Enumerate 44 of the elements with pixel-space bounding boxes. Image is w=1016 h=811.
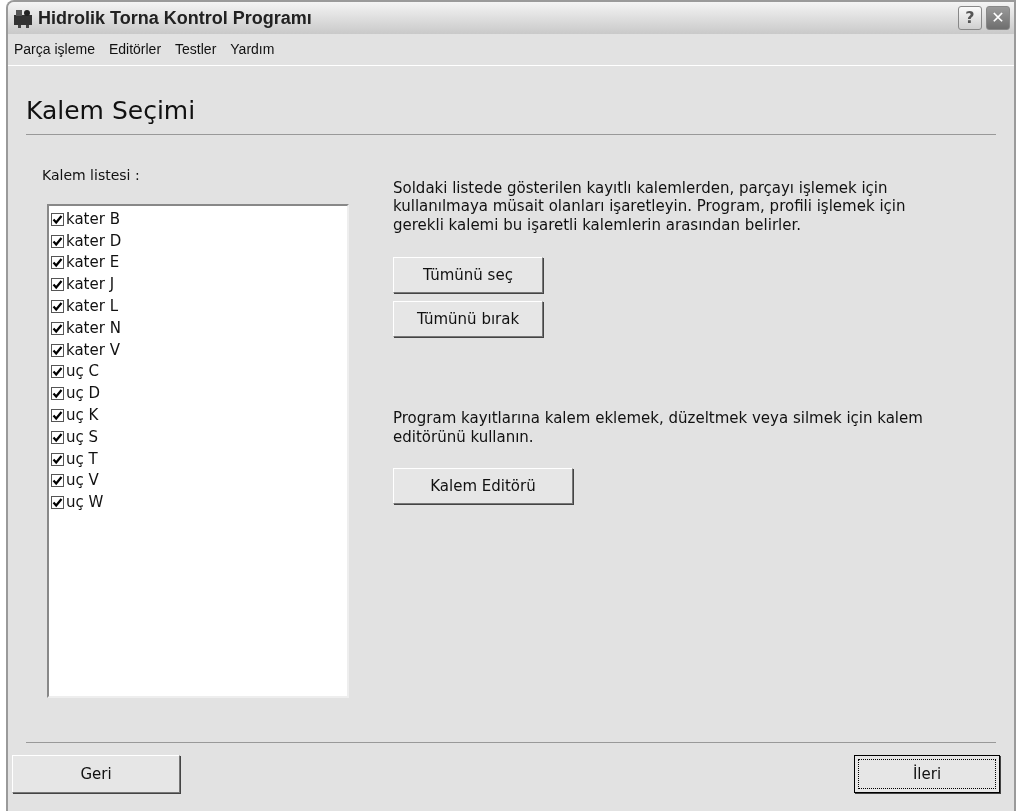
list-item-label: kater D xyxy=(66,233,122,249)
checkbox[interactable] xyxy=(51,256,64,270)
deselect-all-button[interactable]: Tümünü bırak xyxy=(393,300,543,337)
checkbox[interactable] xyxy=(51,343,64,357)
page-heading: Kalem Seçimi xyxy=(26,92,996,135)
help-button[interactable]: ? xyxy=(958,6,982,30)
checkbox[interactable] xyxy=(51,365,64,379)
checkbox[interactable] xyxy=(51,474,64,488)
select-all-button[interactable]: Tümünü seç xyxy=(393,256,543,293)
checkbox[interactable] xyxy=(51,212,64,226)
window-title: Hidrolik Torna Kontrol Programı xyxy=(38,6,312,30)
checkbox[interactable] xyxy=(51,278,64,292)
instruction-text: Soldaki listede gösterilen kayıtlı kalemlerden, parçayı işlemek için kullanılmaya müsait olanları işaretleyin. Program, profili işlemek için gerekli kalemi bu işaretli kalemlerin arasından belirler. xyxy=(393,178,907,235)
checkbox[interactable] xyxy=(51,234,64,248)
instruction-text: Program kayıtlarına kalem eklemek, düzeltmek veya silmek için kalem editörünü kullanın. xyxy=(393,408,924,447)
checkbox[interactable] xyxy=(51,387,64,401)
list-item-label: kater N xyxy=(66,320,121,336)
list-item-label: uç K xyxy=(66,408,99,424)
next-button[interactable]: İleri xyxy=(854,755,1000,793)
editor-button[interactable]: Kalem Editörü xyxy=(393,468,573,505)
checkbox[interactable] xyxy=(51,452,64,466)
menu-item[interactable]: Parça işleme xyxy=(14,37,95,62)
menu-item[interactable]: Yardım xyxy=(230,37,275,62)
list-item-label: uç C xyxy=(66,364,99,380)
list-label: Kalem listesi : xyxy=(42,165,141,185)
list-item-label: kater E xyxy=(66,255,120,271)
checkbox[interactable] xyxy=(51,300,64,314)
menu-item[interactable]: Editörler xyxy=(108,37,162,62)
menu-item[interactable]: Testler xyxy=(175,37,217,62)
back-button[interactable]: Geri xyxy=(12,755,180,793)
list-item-label: kater V xyxy=(66,342,120,358)
list-item-label: kater J xyxy=(66,277,115,293)
list-item-label: kater B xyxy=(66,211,120,227)
list-item-label: uç D xyxy=(66,386,101,402)
list-item-label: kater L xyxy=(66,299,119,315)
list-item-label: uç W xyxy=(66,495,104,511)
checkbox[interactable] xyxy=(51,496,64,510)
checkbox[interactable] xyxy=(51,321,64,335)
list-item-label: uç S xyxy=(66,429,99,445)
checkbox[interactable] xyxy=(51,430,64,444)
checkbox[interactable] xyxy=(51,409,64,423)
list-item-label: uç T xyxy=(66,451,98,467)
list-item-label: uç V xyxy=(66,473,99,489)
close-button[interactable]: ✕ xyxy=(986,6,1010,30)
